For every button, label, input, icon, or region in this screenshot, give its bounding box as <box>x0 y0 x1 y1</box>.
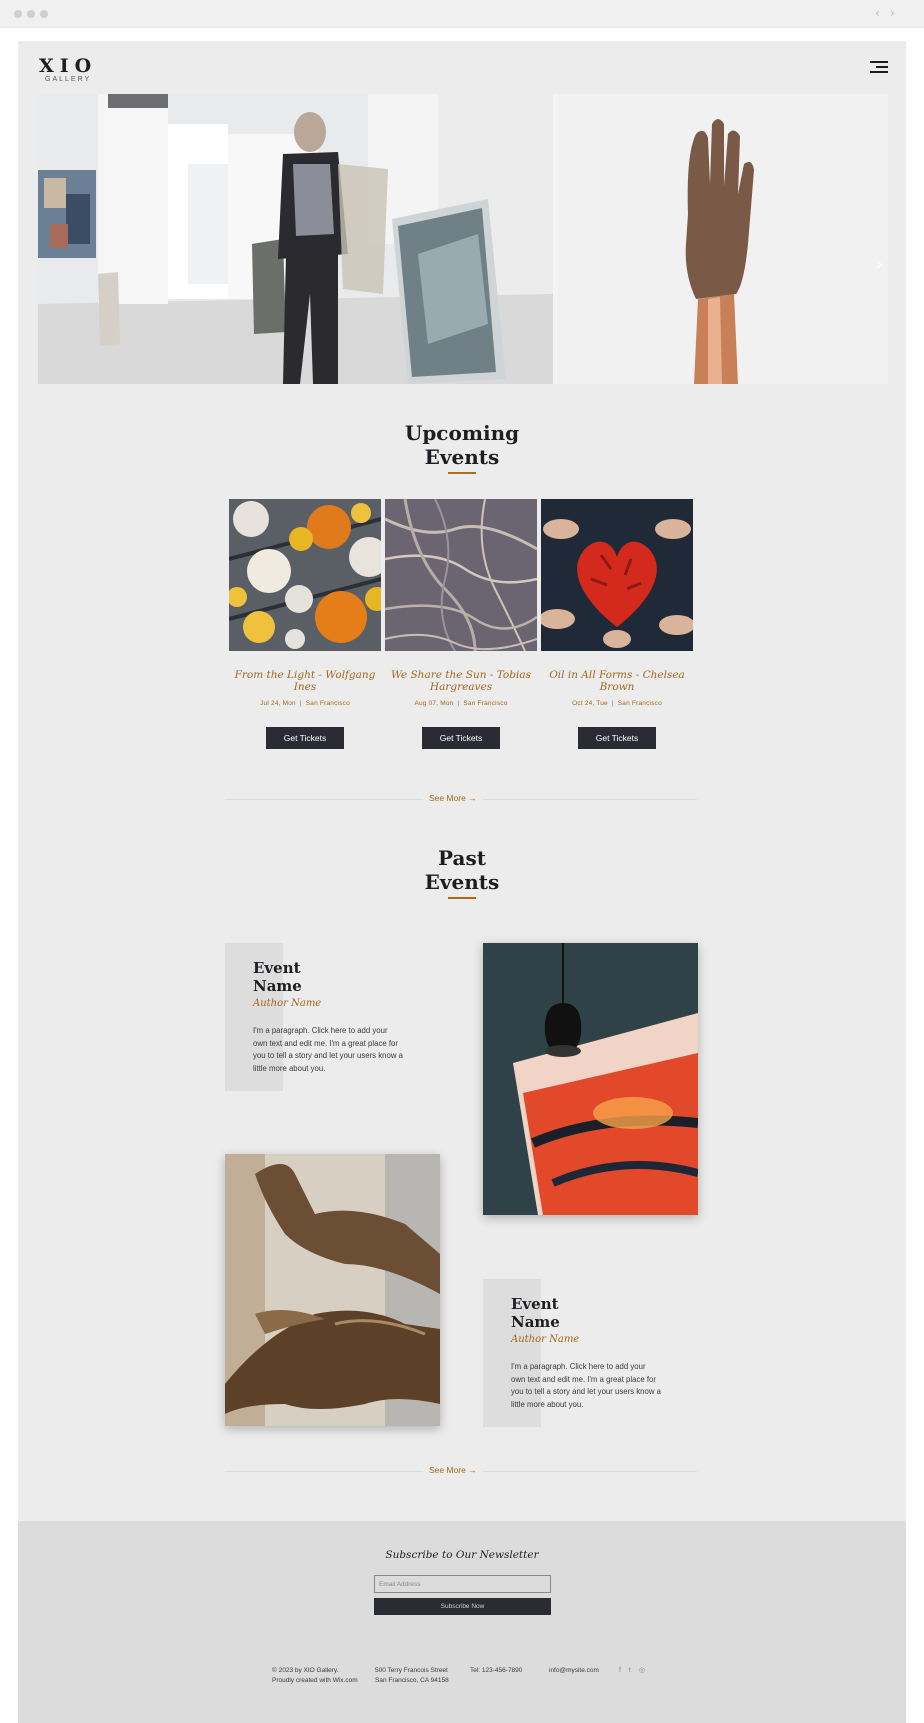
event-title[interactable]: From the Light - Wolfgang Ines <box>229 669 381 695</box>
upcoming-events-title: Upcoming Events <box>404 421 520 469</box>
slideshow-next-arrow-icon[interactable]: › <box>876 254 883 275</box>
logo-subtext: GALLERY <box>45 76 92 83</box>
address: 500 Terry Francois Street San Francisco,… <box>375 1667 449 1684</box>
event-meta: Oct 24, Tue | San Francisco <box>572 700 662 707</box>
site-page: XIO GALLERY › Upcoming Events From the L… <box>18 41 906 1723</box>
instagram-icon[interactable]: ◎ <box>639 1666 645 1674</box>
logo-text: XIO <box>39 55 98 77</box>
browser-chrome: ‹ › <box>0 0 924 28</box>
email-input[interactable] <box>374 1575 551 1593</box>
event-meta: Jul 24, Mon | San Francisco <box>260 700 350 707</box>
event-image-painted-hands[interactable] <box>541 499 693 651</box>
past-event-image-lamp-painting[interactable] <box>483 943 698 1215</box>
title-underline <box>448 897 476 899</box>
see-more-link[interactable]: See More → <box>423 793 483 803</box>
past-event-name: Event Name <box>511 1295 560 1331</box>
newsletter-title: Subscribe to Our Newsletter <box>385 1549 539 1561</box>
window-dot-icon <box>40 10 48 18</box>
footer: Subscribe to Our Newsletter Subscribe No… <box>18 1521 906 1723</box>
hero-hand-sculpture-image <box>558 94 888 384</box>
hero-gallery-image <box>38 94 553 384</box>
past-event-textbox: Event Name Author Name I'm a paragraph. C… <box>483 1279 683 1427</box>
arrow-right-icon: → <box>468 1465 477 1475</box>
past-events-title: Past Events <box>424 846 500 894</box>
see-more-row: See More → <box>225 1465 697 1477</box>
past-event-author: Author Name <box>253 998 322 1009</box>
past-event-author: Author Name <box>511 1334 580 1345</box>
email-link[interactable]: info@mysite.com <box>549 1666 599 1676</box>
event-card: Oil in All Forms - Chelsea Brown Oct 24,… <box>541 499 693 749</box>
copyright: © 2023 by XIO Gallery. Proudly created w… <box>272 1667 358 1684</box>
event-meta: Aug 07, Mon | San Francisco <box>414 700 508 707</box>
hero-slideshow: › <box>38 94 888 384</box>
window-dot-icon <box>27 10 35 18</box>
get-tickets-button[interactable]: Get Tickets <box>266 727 344 749</box>
subscribe-button[interactable]: Subscribe Now <box>374 1598 551 1615</box>
event-image-texture[interactable] <box>385 499 537 651</box>
past-event-textbox: Event Name Author Name I'm a paragraph. C… <box>225 943 425 1091</box>
event-image-balloons[interactable] <box>229 499 381 651</box>
twitter-icon[interactable]: t <box>629 1667 631 1674</box>
window-dot-icon <box>14 10 22 18</box>
past-event-paragraph: I'm a paragraph. Click here to add your … <box>253 1026 403 1073</box>
arrow-right-icon: → <box>468 793 477 803</box>
back-arrow-icon[interactable]: ‹ <box>875 6 880 20</box>
see-more-row: See More → <box>225 793 697 805</box>
event-title[interactable]: Oil in All Forms - Chelsea Brown <box>541 669 693 695</box>
site-logo[interactable]: XIO GALLERY <box>39 56 97 84</box>
past-event-paragraph: I'm a paragraph. Click here to add your … <box>511 1362 661 1409</box>
title-underline <box>448 472 476 474</box>
hamburger-menu-icon[interactable] <box>870 61 888 75</box>
event-card: From the Light - Wolfgang Ines Jul 24, M… <box>229 499 381 749</box>
past-event-image-bronze-hands[interactable] <box>225 1154 440 1426</box>
past-event-name: Event Name <box>253 959 302 995</box>
event-card: We Share the Sun - Tobias Hargreaves Aug… <box>385 499 537 749</box>
forward-arrow-icon[interactable]: › <box>890 6 895 20</box>
facebook-icon[interactable]: f <box>619 1667 621 1674</box>
social-bar: f t ◎ <box>619 1666 651 1674</box>
see-more-link[interactable]: See More → <box>423 1465 483 1475</box>
get-tickets-button[interactable]: Get Tickets <box>578 727 656 749</box>
phone: Tel: 123-456-7890 <box>470 1667 523 1674</box>
get-tickets-button[interactable]: Get Tickets <box>422 727 500 749</box>
event-title[interactable]: We Share the Sun - Tobias Hargreaves <box>385 669 537 695</box>
